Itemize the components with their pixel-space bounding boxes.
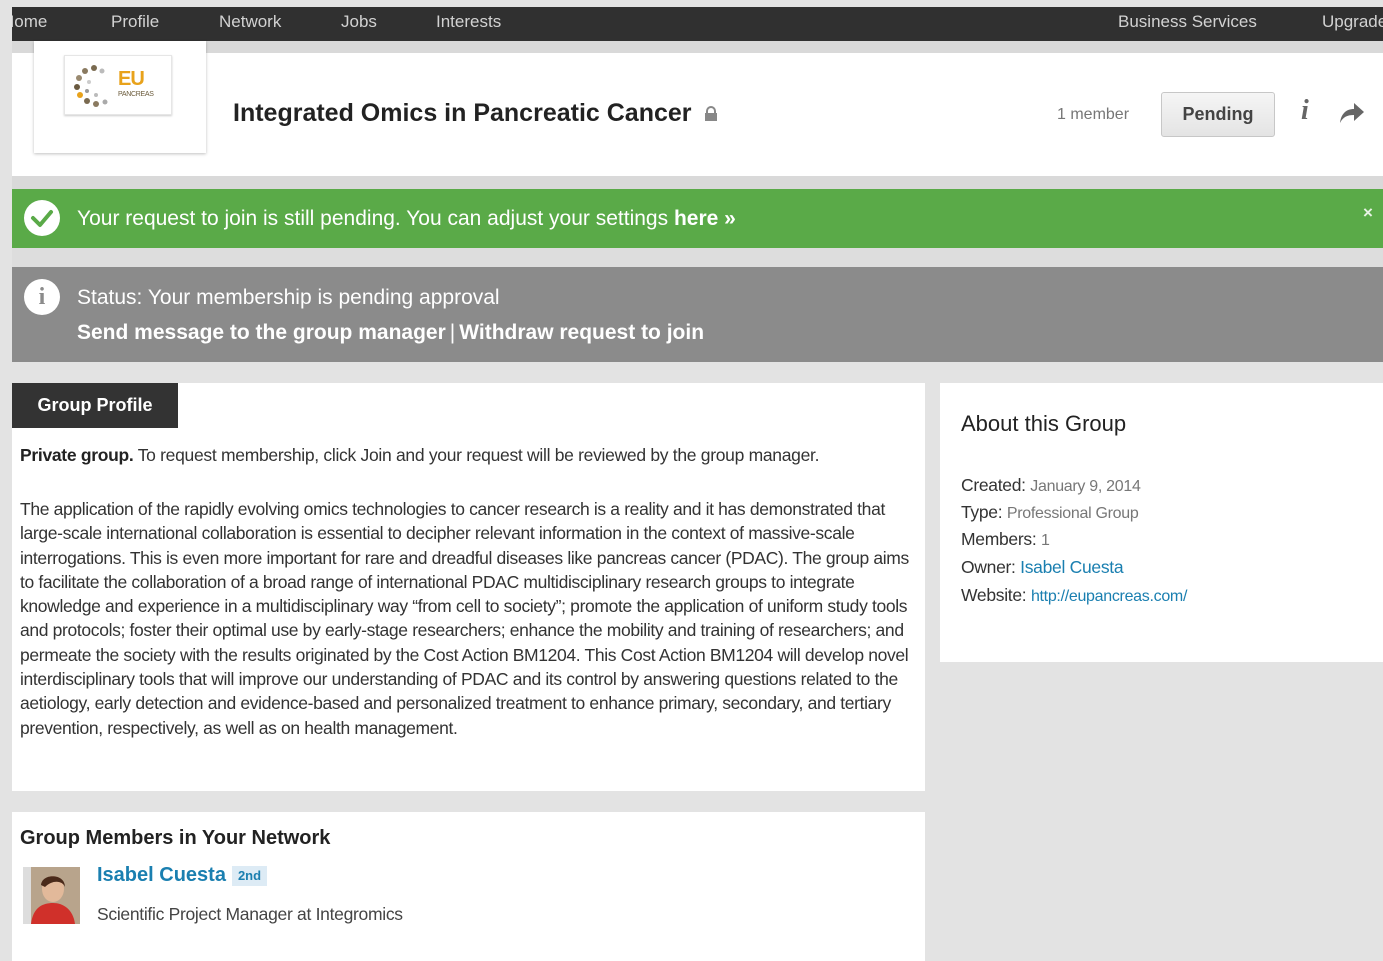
group-title-text: Integrated Omics in Pancreatic Cancer: [233, 99, 692, 127]
status-text: Status: Your membership is pending appro…: [77, 286, 500, 309]
tab-group-profile[interactable]: Group Profile: [12, 383, 178, 428]
info-icon[interactable]: i: [1301, 95, 1309, 127]
divider: [12, 248, 1383, 267]
status-actions: Send message to the group manager | Withdr…: [77, 321, 704, 345]
type-label: Type:: [961, 502, 1003, 522]
network-members-title: Group Members in Your Network: [20, 827, 331, 849]
nav-network[interactable]: Network: [219, 7, 281, 41]
nav-home[interactable]: Home: [12, 7, 47, 41]
private-text: To request membership, click Join and yo…: [133, 445, 820, 465]
private-label: Private group.: [20, 445, 134, 465]
created-value: January 9, 2014: [1030, 478, 1141, 495]
pending-notice-banner: Your request to join is still pending. Y…: [12, 189, 1383, 248]
logo-image: EU PANCREAS: [64, 55, 172, 115]
website-label: Website:: [961, 585, 1027, 605]
nav-jobs[interactable]: Jobs: [341, 7, 377, 41]
private-group-note: Private group. To request membership, cl…: [20, 445, 819, 466]
pending-notice-text: Your request to join is still pending. Y…: [77, 207, 736, 231]
nav-upgrade[interactable]: Upgrade: [1322, 7, 1383, 41]
about-group-panel: About this Group Created: January 9, 201…: [940, 383, 1383, 662]
member-count[interactable]: 1 member: [1057, 106, 1129, 124]
nav-interests[interactable]: Interests: [436, 7, 501, 41]
members-value: 1: [1040, 532, 1050, 549]
divider: [12, 41, 1383, 53]
divider: [12, 176, 1383, 189]
withdraw-request-link[interactable]: Withdraw request to join: [459, 321, 704, 344]
created-label: Created:: [961, 475, 1026, 495]
members-row: Members: 1: [961, 529, 1050, 550]
about-title: About this Group: [961, 411, 1127, 436]
owner-label: Owner:: [961, 557, 1016, 577]
members-label: Members:: [961, 529, 1037, 549]
member-name-link[interactable]: Isabel Cuesta 2nd: [97, 864, 268, 887]
owner-row: Owner: Isabel Cuesta: [961, 557, 1124, 578]
created-row: Created: January 9, 2014: [961, 475, 1141, 496]
type-row: Type: Professional Group: [961, 502, 1139, 523]
close-icon[interactable]: ×: [1363, 203, 1373, 223]
logo-subtext: PANCREAS: [118, 91, 154, 98]
logo-text: EU: [118, 68, 145, 90]
send-message-link[interactable]: Send message to the group manager: [77, 321, 446, 344]
group-profile-panel: Group Profile Private group. To request …: [12, 383, 925, 791]
info-circle-icon: i: [24, 279, 60, 315]
settings-link[interactable]: here »: [674, 207, 736, 230]
pending-button[interactable]: Pending: [1161, 92, 1275, 137]
nav-business-services[interactable]: Business Services: [1118, 7, 1257, 41]
group-title: Integrated Omics in Pancreatic Cancer: [233, 99, 718, 128]
website-row: Website: http://eupancreas.com/: [961, 585, 1187, 606]
top-nav: Home Profile Network Jobs Interests Busi…: [12, 7, 1383, 41]
network-members-panel: Group Members in Your Network Isabel Cue…: [12, 812, 925, 961]
degree-badge: 2nd: [231, 865, 268, 886]
group-logo[interactable]: EU PANCREAS: [34, 41, 206, 153]
logo-dots-icon: [74, 65, 108, 107]
share-icon[interactable]: [1339, 102, 1365, 124]
owner-link[interactable]: Isabel Cuesta: [1020, 557, 1123, 577]
website-link[interactable]: http://eupancreas.com/: [1031, 588, 1187, 605]
member-headline: Scientific Project Manager at Integromic…: [97, 904, 403, 924]
avatar[interactable]: [23, 867, 80, 924]
group-header: EU PANCREAS Integrated Omics in Pancreat…: [12, 41, 1383, 176]
pending-notice-message: Your request to join is still pending. Y…: [77, 207, 674, 230]
lock-icon: [705, 106, 718, 122]
status-banner: i Status: Your membership is pending app…: [12, 267, 1383, 362]
member-name[interactable]: Isabel Cuesta: [97, 864, 226, 886]
check-circle-icon: [24, 200, 60, 236]
group-description: The application of the rapidly evolving …: [20, 499, 909, 738]
separator: |: [449, 321, 456, 344]
type-value: Professional Group: [1006, 505, 1139, 522]
nav-profile[interactable]: Profile: [111, 7, 159, 41]
